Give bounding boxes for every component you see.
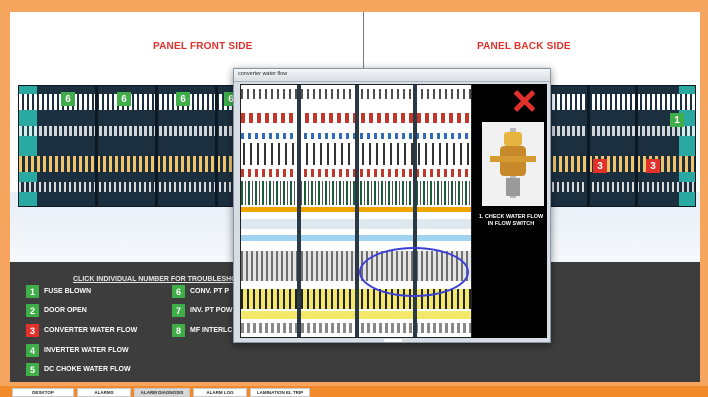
flow-switch-highlight	[359, 247, 469, 297]
alarm-number: 3	[26, 324, 39, 337]
tab-desktop[interactable]: DESKTOP	[12, 388, 74, 397]
alarm-item-dc-choke-water-flow[interactable]: 5 DC CHOKE WATER FLOW	[26, 363, 131, 376]
troubleshooting-instruction: CLICK INDIVIDUAL NUMBER FOR TROUBLESHO	[73, 276, 237, 283]
alarm-item-fuse-blown[interactable]: 1 FUSE BLOWN	[26, 285, 91, 298]
flow-switch-photo	[482, 122, 544, 206]
alarm-label: CONVERTER WATER FLOW	[44, 327, 138, 334]
front-tag-6[interactable]: 6	[61, 92, 75, 106]
alarm-item-conv-pt[interactable]: 6 CONV. PT P	[172, 285, 229, 298]
window-content: 1. CHECK WATER FLOW IN FLOW SWITCH	[240, 84, 547, 338]
alarm-number: 4	[26, 344, 39, 357]
alarm-number: 2	[26, 304, 39, 317]
back-tag-1[interactable]: 1	[670, 113, 684, 127]
converter-panel-image	[240, 84, 472, 338]
navigation-tab-bar: DESKTOP ALARMS ALARM DIAGNOSIS ALARM LOG…	[0, 386, 708, 397]
alarm-number: 5	[26, 363, 39, 376]
back-tag-3[interactable]: 3	[593, 159, 607, 173]
scroll-indicator[interactable]	[384, 339, 402, 342]
alarm-item-inverter-water-flow[interactable]: 4 INVERTER WATER FLOW	[26, 344, 129, 357]
tab-alarm-diagnosis[interactable]: ALARM DIAGNOSIS	[134, 388, 190, 397]
panel-back-title: PANEL BACK SIDE	[477, 41, 571, 52]
alarm-label: INV. PT POW	[190, 307, 233, 314]
panel-front-cabinet	[18, 85, 250, 207]
window-title: converter water flow	[238, 71, 288, 77]
alarm-label: CONV. PT P	[190, 288, 230, 295]
alarm-label: DC CHOKE WATER FLOW	[44, 366, 131, 373]
alarm-number: 6	[172, 285, 185, 298]
converter-water-flow-window[interactable]: converter water flow 1. CHECK WATER FLOW…	[233, 68, 551, 343]
close-icon[interactable]	[512, 89, 536, 113]
alarm-number: 1	[26, 285, 39, 298]
window-titlebar[interactable]: converter water flow	[234, 69, 550, 82]
front-tag-6[interactable]: 6	[117, 92, 131, 106]
alarm-item-door-open[interactable]: 2 DOOR OPEN	[26, 304, 87, 317]
panel-front-title: PANEL FRONT SIDE	[153, 41, 253, 52]
alarm-label: MF INTERLC	[190, 327, 233, 334]
alarm-item-converter-water-flow[interactable]: 3 CONVERTER WATER FLOW	[26, 324, 137, 337]
alarm-label: DOOR OPEN	[44, 307, 87, 314]
alarm-item-inv-pt[interactable]: 7 INV. PT POW	[172, 304, 233, 317]
tab-alarm-log[interactable]: ALARM LOG	[193, 388, 247, 397]
alarm-number: 8	[172, 324, 185, 337]
tab-lamination-el-trip[interactable]: LAMINATION EL TRIP	[250, 388, 310, 397]
alarm-label: INVERTER WATER FLOW	[44, 347, 129, 354]
troubleshooting-step: 1. CHECK WATER FLOW IN FLOW SWITCH	[478, 214, 544, 227]
front-tag-6[interactable]: 6	[176, 92, 190, 106]
back-tag-3[interactable]: 3	[646, 159, 660, 173]
alarm-item-mf-interlock[interactable]: 8 MF INTERLC	[172, 324, 232, 337]
panel-back-cabinet	[546, 85, 696, 207]
alarm-label: FUSE BLOWN	[44, 288, 92, 295]
alarm-number: 7	[172, 304, 185, 317]
tab-alarms[interactable]: ALARMS	[77, 388, 131, 397]
